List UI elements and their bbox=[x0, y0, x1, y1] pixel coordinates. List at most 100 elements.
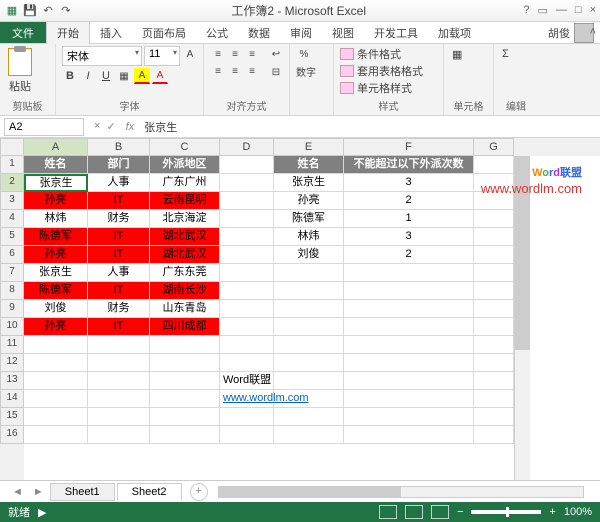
cell[interactable] bbox=[474, 228, 514, 246]
cell[interactable]: IT bbox=[88, 246, 150, 264]
cell-style-button[interactable]: 单元格样式 bbox=[340, 80, 423, 96]
cell[interactable]: 2 bbox=[344, 246, 474, 264]
save-icon[interactable]: 💾 bbox=[22, 3, 38, 19]
underline-icon[interactable]: U bbox=[98, 68, 114, 84]
cell[interactable]: 孙亮 bbox=[24, 246, 88, 264]
table-format-button[interactable]: 套用表格格式 bbox=[340, 63, 423, 79]
align-bot-icon[interactable]: ≡ bbox=[244, 46, 260, 62]
name-box[interactable]: A2 bbox=[4, 118, 84, 136]
tab-view[interactable]: 视图 bbox=[322, 22, 364, 44]
cell[interactable]: IT bbox=[88, 318, 150, 336]
cell[interactable] bbox=[344, 300, 474, 318]
cond-format-button[interactable]: 条件格式 bbox=[340, 46, 423, 62]
cell[interactable] bbox=[150, 372, 220, 390]
cell[interactable]: 张京生 bbox=[24, 264, 88, 282]
cell[interactable] bbox=[474, 192, 514, 210]
sheet-tab[interactable]: Sheet2 bbox=[117, 483, 182, 501]
cell[interactable] bbox=[24, 354, 88, 372]
row-header[interactable]: 15 bbox=[0, 408, 24, 426]
cell[interactable] bbox=[344, 408, 474, 426]
align-mid-icon[interactable]: ≡ bbox=[227, 46, 243, 62]
cell[interactable] bbox=[150, 408, 220, 426]
row-header[interactable]: 2 bbox=[0, 174, 24, 192]
undo-icon[interactable]: ↶ bbox=[40, 3, 56, 19]
cell[interactable] bbox=[88, 372, 150, 390]
cell[interactable]: Word联盟 bbox=[220, 372, 274, 390]
tab-data[interactable]: 数据 bbox=[238, 22, 280, 44]
macro-icon[interactable]: ▶ bbox=[38, 506, 46, 519]
cell[interactable] bbox=[150, 426, 220, 444]
formula-bar[interactable]: 张京生 bbox=[138, 117, 600, 137]
cell[interactable] bbox=[88, 354, 150, 372]
cell[interactable] bbox=[220, 336, 274, 354]
cell[interactable] bbox=[150, 336, 220, 354]
cell[interactable] bbox=[274, 336, 344, 354]
cell[interactable] bbox=[220, 408, 274, 426]
col-header[interactable]: A bbox=[24, 138, 88, 156]
cell[interactable]: 张京生 bbox=[274, 174, 344, 192]
vertical-scrollbar[interactable] bbox=[514, 156, 530, 480]
cell[interactable]: 刘俊 bbox=[24, 300, 88, 318]
tab-layout[interactable]: 页面布局 bbox=[132, 22, 196, 44]
col-header[interactable]: D bbox=[220, 138, 274, 156]
cell[interactable]: 林炜 bbox=[24, 210, 88, 228]
sheet-tab[interactable]: Sheet1 bbox=[50, 483, 115, 501]
cell[interactable] bbox=[474, 354, 514, 372]
cell[interactable] bbox=[274, 372, 344, 390]
row-header[interactable]: 11 bbox=[0, 336, 24, 354]
cell[interactable] bbox=[474, 156, 514, 174]
collapse-ribbon-icon[interactable]: ˄ bbox=[590, 26, 596, 38]
font-name-select[interactable]: 宋体 bbox=[62, 46, 142, 66]
italic-icon[interactable]: I bbox=[80, 68, 96, 84]
row-header[interactable]: 12 bbox=[0, 354, 24, 372]
zoom-level[interactable]: 100% bbox=[564, 506, 592, 518]
cell[interactable]: 四川成都 bbox=[150, 318, 220, 336]
fx-icon[interactable]: fx bbox=[122, 121, 139, 133]
sheet-nav-prev-icon[interactable]: ◄ bbox=[8, 486, 27, 498]
close-icon[interactable]: × bbox=[590, 4, 596, 17]
grow-font-icon[interactable]: A bbox=[182, 46, 198, 62]
cell[interactable] bbox=[344, 426, 474, 444]
cell[interactable]: 姓名 bbox=[274, 156, 344, 174]
col-header[interactable]: E bbox=[274, 138, 344, 156]
cell[interactable]: 1 bbox=[344, 210, 474, 228]
tab-dev[interactable]: 开发工具 bbox=[364, 22, 428, 44]
col-header[interactable]: G bbox=[474, 138, 514, 156]
col-header[interactable]: B bbox=[88, 138, 150, 156]
cell[interactable]: 广东东莞 bbox=[150, 264, 220, 282]
cell[interactable] bbox=[474, 372, 514, 390]
add-sheet-button[interactable]: + bbox=[190, 483, 208, 501]
cell[interactable]: 张京生 bbox=[24, 174, 88, 192]
cell[interactable]: 不能超过以下外派次数 bbox=[344, 156, 474, 174]
cell[interactable]: 部门 bbox=[88, 156, 150, 174]
cell[interactable]: IT bbox=[88, 282, 150, 300]
zoom-in-icon[interactable]: + bbox=[549, 506, 555, 518]
cell[interactable] bbox=[344, 336, 474, 354]
cell[interactable] bbox=[150, 354, 220, 372]
cell[interactable] bbox=[344, 354, 474, 372]
user-name[interactable]: 胡俊 bbox=[548, 25, 570, 41]
align-top-icon[interactable]: ≡ bbox=[210, 46, 226, 62]
align-center-icon[interactable]: ≡ bbox=[227, 63, 243, 79]
cell[interactable] bbox=[220, 246, 274, 264]
cell[interactable]: 湖南长沙 bbox=[150, 282, 220, 300]
cell[interactable]: 3 bbox=[344, 228, 474, 246]
cell[interactable]: 广东广州 bbox=[150, 174, 220, 192]
ribbon-opts-icon[interactable]: ▭ bbox=[538, 4, 548, 17]
redo-icon[interactable]: ↷ bbox=[58, 3, 74, 19]
cell[interactable]: 陈德军 bbox=[24, 282, 88, 300]
cell[interactable]: 财务 bbox=[88, 210, 150, 228]
cell[interactable] bbox=[88, 426, 150, 444]
col-header[interactable]: C bbox=[150, 138, 220, 156]
cell[interactable] bbox=[220, 264, 274, 282]
cell[interactable] bbox=[344, 264, 474, 282]
maximize-icon[interactable]: □ bbox=[575, 4, 582, 17]
cell[interactable] bbox=[24, 390, 88, 408]
row-header[interactable]: 9 bbox=[0, 300, 24, 318]
cell[interactable] bbox=[274, 426, 344, 444]
edit-button[interactable]: Σ bbox=[500, 46, 511, 62]
sheet-nav-next-icon[interactable]: ► bbox=[29, 486, 48, 498]
cell[interactable]: 陈德军 bbox=[274, 210, 344, 228]
cell[interactable] bbox=[220, 174, 274, 192]
align-right-icon[interactable]: ≡ bbox=[244, 63, 260, 79]
